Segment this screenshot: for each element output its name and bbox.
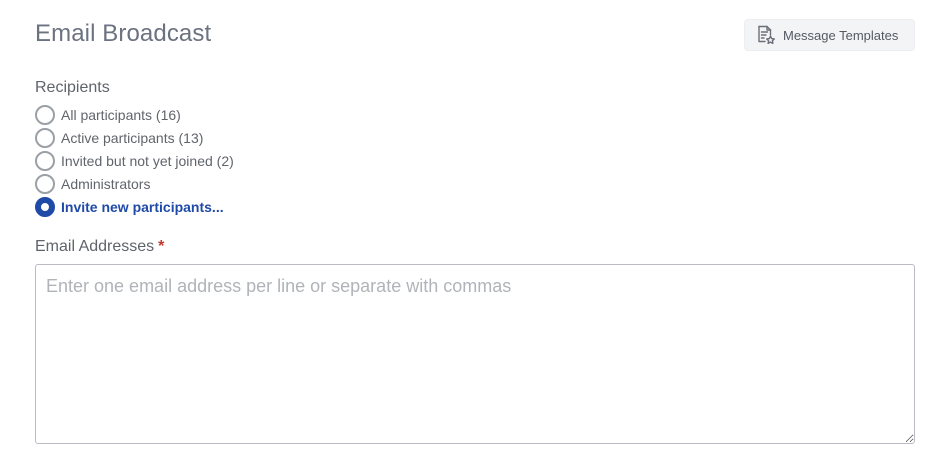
recipients-radio-group: All participants (16) Active participant…	[35, 103, 234, 218]
recipients-label: Recipients	[35, 79, 110, 96]
email-addresses-input[interactable]	[35, 264, 915, 444]
radio-administrators[interactable]: Administrators	[35, 172, 234, 195]
email-addresses-label: Email Addresses *	[35, 237, 164, 257]
radio-invited-not-joined[interactable]: Invited but not yet joined (2)	[35, 149, 234, 172]
document-star-icon	[755, 24, 777, 46]
radio-label: All participants (16)	[61, 106, 181, 123]
radio-invite-new-participants[interactable]: Invite new participants...	[35, 195, 234, 218]
radio-label: Administrators	[61, 175, 151, 192]
radio-button[interactable]	[35, 150, 55, 171]
email-broadcast-page: Email Broadcast Message Templates Recipi…	[0, 0, 944, 460]
message-templates-button[interactable]: Message Templates	[744, 19, 915, 51]
message-templates-label: Message Templates	[783, 27, 899, 43]
radio-label: Invite new participants...	[61, 198, 224, 215]
required-marker: *	[158, 238, 165, 255]
page-title: Email Broadcast	[35, 20, 212, 47]
radio-button-selected[interactable]	[35, 196, 55, 217]
email-addresses-label-text: Email Addresses	[35, 238, 155, 255]
radio-active-participants[interactable]: Active participants (13)	[35, 126, 234, 149]
radio-label: Active participants (13)	[61, 129, 204, 146]
radio-button[interactable]	[35, 173, 55, 194]
radio-button[interactable]	[35, 127, 55, 148]
radio-all-participants[interactable]: All participants (16)	[35, 103, 234, 126]
radio-button[interactable]	[35, 104, 55, 125]
radio-label: Invited but not yet joined (2)	[61, 152, 234, 169]
